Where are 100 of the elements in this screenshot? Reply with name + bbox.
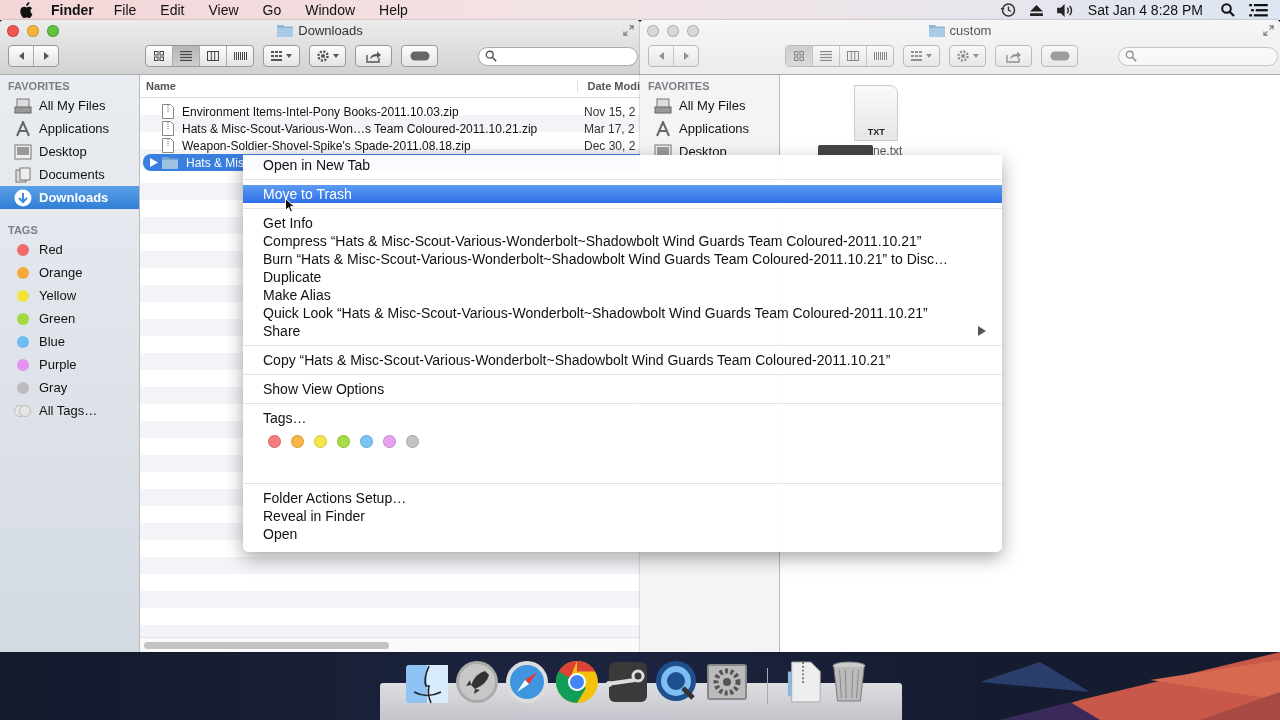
sidebar-item[interactable]: Documents — [0, 163, 139, 186]
file-row[interactable]: Environment Items-Intel-Pony Books-2011.10.03.zip Nov 15, 2 — [140, 103, 640, 120]
back-icon — [18, 52, 24, 60]
clock-icon[interactable] — [999, 2, 1016, 18]
gear-icon — [955, 49, 980, 63]
fullscreen-icon[interactable] — [623, 25, 634, 36]
action-button[interactable] — [309, 45, 346, 67]
eject-icon[interactable] — [1029, 4, 1043, 16]
menu-item[interactable]: Duplicate — [243, 268, 1002, 286]
volume-icon[interactable] — [1056, 3, 1074, 17]
search-icon — [485, 50, 497, 62]
zip-file-icon — [162, 121, 174, 136]
menu-item[interactable]: Window — [305, 2, 356, 18]
date-cell: Mar 17, 2 — [584, 121, 635, 136]
folder-icon — [162, 156, 178, 169]
tag-item[interactable]: Gray — [0, 376, 139, 399]
zoom-button[interactable] — [47, 25, 59, 37]
share-icon — [365, 49, 382, 63]
view-button[interactable] — [173, 46, 200, 66]
tag-color-dot[interactable] — [268, 435, 281, 448]
tag-color-dot[interactable] — [383, 435, 396, 448]
trash-icon[interactable] — [830, 660, 868, 704]
submenu-arrow-icon — [978, 326, 986, 336]
tag-item[interactable]: Green — [0, 307, 139, 330]
tag-button[interactable] — [401, 45, 438, 67]
sidebar-item[interactable]: All My Files — [0, 94, 139, 117]
menu-item[interactable]: Compress “Hats & Misc-Scout-Various-Wonderbolt~Shadowbolt Wind Guards Team Coloured-2011.10.21” — [243, 232, 1002, 250]
tag-color-dot[interactable] — [291, 435, 304, 448]
navigation-control[interactable] — [8, 45, 59, 67]
window-title: Downloads — [298, 23, 363, 38]
lever-icon[interactable] — [605, 660, 649, 704]
menu-item[interactable]: Quick Look “Hats & Misc-Scout-Various-Wonderbolt~Shadowbolt Wind Guards Team Coloured-2011.10.21” — [243, 304, 1002, 322]
share-button[interactable] — [355, 45, 392, 67]
app-menu[interactable]: Finder — [51, 2, 94, 18]
menu-item[interactable]: Help — [379, 2, 408, 18]
tag-item[interactable]: Red — [0, 238, 139, 261]
disclosure-icon[interactable] — [150, 158, 158, 167]
menu-item[interactable]: File — [113, 2, 137, 18]
folder-icon — [277, 24, 294, 37]
menu-item[interactable]: Show View Options — [243, 380, 1002, 398]
drawer-icon — [14, 97, 32, 114]
tag-color-dot[interactable] — [337, 435, 350, 448]
drawer-icon — [654, 97, 672, 114]
q-circle-icon[interactable] — [655, 660, 699, 704]
file-row[interactable]: Hats & Misc-Scout-Various-Won…s Team Coloured-2011.10.21.zip Mar 17, 2 — [140, 120, 640, 137]
pointer-icon — [285, 198, 295, 213]
minimize-button[interactable] — [27, 25, 39, 37]
arrange-button[interactable] — [263, 45, 300, 67]
menu-item[interactable]: Get Info — [243, 214, 1002, 232]
menu-item[interactable]: Move to Trash — [243, 185, 1002, 203]
menu-item[interactable]: Share — [243, 322, 1002, 340]
search-icon[interactable] — [1221, 3, 1235, 17]
menu-item[interactable]: Folder Actions Setup… — [243, 489, 1002, 507]
columns-icon — [847, 51, 859, 61]
tag-color-dot[interactable] — [406, 435, 419, 448]
tag-color-dot[interactable] — [314, 435, 327, 448]
rocket-icon[interactable] — [455, 660, 499, 704]
menu-item[interactable]: Make Alias — [243, 286, 1002, 304]
close-button[interactable] — [7, 25, 19, 37]
compass-icon[interactable] — [505, 660, 549, 704]
menu-item[interactable]: View — [208, 2, 239, 18]
tag-item[interactable]: Purple — [0, 353, 139, 376]
column-header[interactable]: Name — [140, 80, 579, 92]
menu-item[interactable]: Tags… — [243, 409, 1002, 427]
face-icon[interactable] — [405, 664, 449, 704]
menu-item[interactable]: Reveal in Finder — [243, 507, 1002, 525]
apple-icon[interactable] — [18, 1, 33, 19]
view-switcher[interactable] — [145, 45, 254, 67]
menu-item[interactable]: Burn “Hats & Misc-Scout-Various-Wonderbolt~Shadowbolt Wind Guards Team Coloured-2011.10.21” to Disc… — [243, 250, 1002, 268]
menu-item[interactable]: Go — [262, 2, 282, 18]
tag-color-dot[interactable] — [360, 435, 373, 448]
file-row[interactable]: Weapon-Soldier-Shovel-Spike's Spade-2011.08.18.zip Dec 30, 2 — [140, 137, 640, 154]
gear-icon — [315, 49, 340, 63]
scrollbar-thumb[interactable] — [144, 641, 389, 649]
arrange-icon — [270, 51, 293, 61]
file-name: ne.txt — [873, 144, 903, 158]
sidebar-item[interactable]: Desktop — [0, 140, 139, 163]
zip-file-icon[interactable] — [786, 660, 824, 704]
bars-icon — [873, 52, 887, 60]
menu-item[interactable]: Open — [243, 525, 1002, 543]
tag-item[interactable]: Orange — [0, 261, 139, 284]
menu-item[interactable]: Copy “Hats & Misc-Scout-Various-Wonderbolt~Shadowbolt Wind Guards Team Coloured-2011.10.21” — [243, 351, 1002, 369]
arrange-icon — [910, 51, 933, 61]
tag-item[interactable]: Blue — [0, 330, 139, 353]
search-field[interactable] — [478, 46, 638, 66]
tag-item[interactable]: All Tags… — [0, 399, 139, 422]
menu-item[interactable]: Edit — [160, 2, 185, 18]
columns-icon — [207, 51, 219, 61]
apps-icon — [654, 120, 672, 137]
column-header[interactable]: Date Modi — [578, 80, 640, 92]
tag-item[interactable]: Yellow — [0, 284, 139, 307]
back-icon — [658, 52, 664, 60]
search-icon — [1125, 50, 1137, 62]
clock-text[interactable]: Sat Jan 4 8:28 PM — [1087, 2, 1203, 18]
grid-icon — [794, 51, 804, 61]
file-name: Weapon-Soldier-Shovel-Spike's Spade-2011.08.18.zip — [182, 138, 472, 153]
circle-icon[interactable] — [555, 660, 599, 704]
pill-icon — [409, 51, 430, 61]
sidebar-item[interactable]: Applications — [0, 117, 139, 140]
list-icon[interactable] — [1249, 3, 1268, 17]
